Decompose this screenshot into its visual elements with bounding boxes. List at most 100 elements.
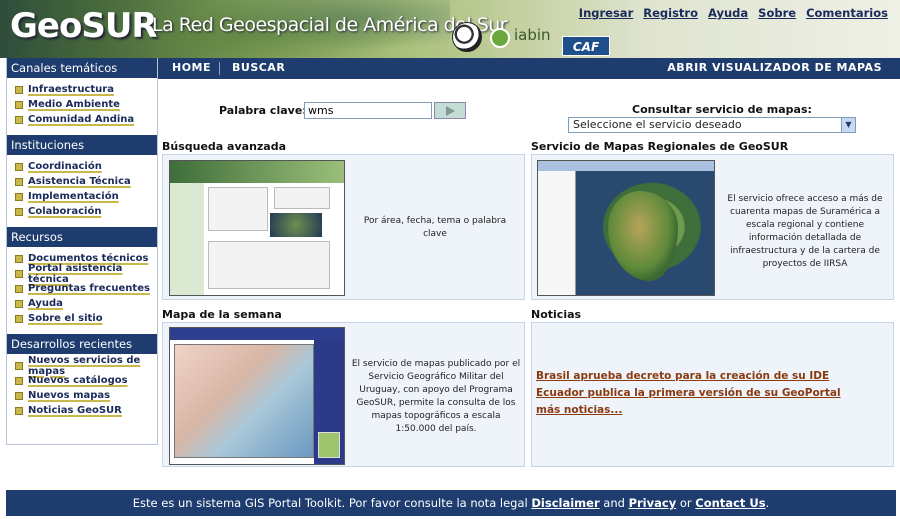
top-links: Ingresar Registro Ayuda Sobre Comentario… <box>579 6 888 20</box>
thumb-layer-list <box>538 171 576 295</box>
map-of-week-panel: El servicio de mapas publicado por el Se… <box>162 322 525 467</box>
keyword-label: Palabra clave: <box>219 104 307 117</box>
advanced-search-title: Búsqueda avanzada <box>162 140 287 153</box>
map-of-week-description: El servicio de mapas publicado por el Se… <box>351 359 521 434</box>
map-service-label: Consultar servicio de mapas: <box>632 103 812 116</box>
sidebar-link-implementacion[interactable]: Implementación <box>28 191 119 202</box>
register-link[interactable]: Registro <box>643 6 698 20</box>
bullet-icon <box>15 299 23 308</box>
sidebar-list: Infraestructura Medio Ambiente Comunidad… <box>7 78 157 135</box>
advanced-search-description: Por área, fecha, tema o palabra clave <box>363 216 507 239</box>
sidebar-link-portal-asistencia[interactable]: Portal asistencia técnica <box>28 263 157 285</box>
footer: Este es un sistema GIS Portal Toolkit. P… <box>6 490 896 516</box>
sidebar-item: Noticias GeoSUR <box>15 403 157 418</box>
map-of-week-thumbnail[interactable] <box>169 327 345 465</box>
bullet-icon <box>15 391 23 400</box>
sidebar-item: Asistencia Técnica <box>15 174 157 189</box>
map-service-selected: Seleccione el servicio deseado <box>573 118 742 131</box>
iabin-logo-icon <box>490 28 510 48</box>
sidebar-item: Implementación <box>15 189 157 204</box>
bullet-icon <box>15 376 23 385</box>
news-panel: Brasil aprueba decreto para la creación … <box>531 322 894 467</box>
sidebar-link-medio-ambiente[interactable]: Medio Ambiente <box>28 99 120 110</box>
sidebar-link-nuevos-mapas[interactable]: Nuevos mapas <box>28 390 110 401</box>
news-link-brasil[interactable]: Brasil aprueba decreto para la creación … <box>536 368 893 385</box>
bullet-icon <box>15 254 23 263</box>
thumb-overview-map <box>318 432 340 458</box>
keyword-input[interactable] <box>304 102 432 119</box>
thumb-form <box>208 241 330 289</box>
caf-logo: CAF <box>562 36 610 56</box>
sidebar-section-title: Canales temáticos <box>7 58 157 78</box>
thumb-map <box>174 344 314 458</box>
thumb-sidebar <box>170 183 204 295</box>
globe-logo-icon <box>452 22 482 52</box>
bullet-icon <box>15 162 23 171</box>
contact-link[interactable]: Contact Us <box>695 496 765 510</box>
thumb-form <box>274 187 330 209</box>
comments-link[interactable]: Comentarios <box>806 6 888 20</box>
sidebar-list: Documentos técnicos Portal asistencia té… <box>7 247 157 334</box>
sidebar-link-infraestructura[interactable]: Infraestructura <box>28 84 114 95</box>
sidebar-link-ayuda[interactable]: Ayuda <box>28 298 63 309</box>
sidebar-link-comunidad-andina[interactable]: Comunidad Andina <box>28 114 134 125</box>
news-link-ecuador[interactable]: Ecuador publica la primera versión de su… <box>536 385 893 402</box>
bullet-icon <box>15 192 23 201</box>
sidebar-link-preguntas[interactable]: Preguntas frecuentes <box>28 283 150 294</box>
sidebar-link-nuevos-servicios[interactable]: Nuevos servicios de mapas <box>28 355 157 377</box>
bullet-icon <box>15 314 23 323</box>
sidebar-link-asistencia-tecnica[interactable]: Asistencia Técnica <box>28 176 131 187</box>
sidebar-item: Sobre el sitio <box>15 311 157 326</box>
privacy-link[interactable]: Privacy <box>629 496 677 510</box>
footer-and: and <box>603 496 625 510</box>
disclaimer-link[interactable]: Disclaimer <box>531 496 599 510</box>
bullet-icon <box>15 177 23 186</box>
geosur-logo[interactable]: GeoSUR <box>10 6 158 46</box>
thumb-form <box>208 187 268 231</box>
nav-home[interactable]: HOME <box>172 61 211 74</box>
chevron-down-icon[interactable]: ▼ <box>841 118 855 132</box>
sidebar-link-sobre-sitio[interactable]: Sobre el sitio <box>28 313 103 324</box>
nav-buscar[interactable]: BUSCAR <box>232 61 285 74</box>
sidebar-item: Ayuda <box>15 296 157 311</box>
sidebar-item: Preguntas frecuentes <box>15 281 157 296</box>
bullet-icon <box>15 269 23 278</box>
bullet-icon <box>15 284 23 293</box>
sidebar-section-title: Instituciones participantes <box>7 135 157 172</box>
regional-maps-title: Servicio de Mapas Regionales de GeoSUR <box>531 140 789 153</box>
more-news-link[interactable]: más noticias... <box>536 402 893 419</box>
sidebar-item: Nuevos mapas <box>15 388 157 403</box>
regional-maps-thumbnail[interactable] <box>537 160 715 296</box>
sidebar-item: Comunidad Andina <box>15 112 157 127</box>
sidebar-link-colaboracion[interactable]: Colaboración <box>28 206 101 217</box>
sidebar-link-coordinacion[interactable]: Coordinación <box>28 161 102 172</box>
bullet-icon <box>15 115 23 124</box>
advanced-search-panel: Por área, fecha, tema o palabra clave <box>162 154 525 300</box>
footer-period: . <box>765 496 770 510</box>
bullet-icon <box>15 361 23 370</box>
login-link[interactable]: Ingresar <box>579 6 633 20</box>
nav-divider <box>219 62 220 75</box>
nav-open-map-viewer[interactable]: ABRIR VISUALIZADOR DE MAPAS <box>667 61 882 74</box>
map-service-select[interactable]: Seleccione el servicio deseado ▼ <box>568 117 856 133</box>
header-banner: GeoSUR La Red Geoespacial de América del… <box>0 0 900 58</box>
sidebar-item: Colaboración <box>15 204 157 219</box>
about-link[interactable]: Sobre <box>758 6 796 20</box>
help-link[interactable]: Ayuda <box>708 6 748 20</box>
regional-maps-description: El servicio ofrece acceso a más de cuare… <box>727 194 883 269</box>
sidebar-link-nuevos-catalogos[interactable]: Nuevos catálogos <box>28 375 128 386</box>
sidebar-item: Portal asistencia técnica <box>15 263 157 285</box>
sidebar-link-noticias[interactable]: Noticias GeoSUR <box>28 405 122 416</box>
bullet-icon <box>15 100 23 109</box>
thumb-map <box>270 213 322 237</box>
sidebar-item: Coordinación <box>15 159 157 174</box>
thumb-header <box>170 328 344 340</box>
sidebar-item: Medio Ambiente <box>15 97 157 112</box>
search-go-button[interactable] <box>434 102 466 119</box>
iabin-logo-text: iabin <box>514 26 551 44</box>
news-title: Noticias <box>531 308 582 321</box>
map-of-week-title: Mapa de la semana <box>162 308 282 321</box>
advanced-search-thumbnail[interactable] <box>169 160 345 296</box>
regional-maps-panel: El servicio ofrece acceso a más de cuare… <box>531 154 894 300</box>
sidebar-section-title: Desarrollos recientes <box>7 334 157 354</box>
